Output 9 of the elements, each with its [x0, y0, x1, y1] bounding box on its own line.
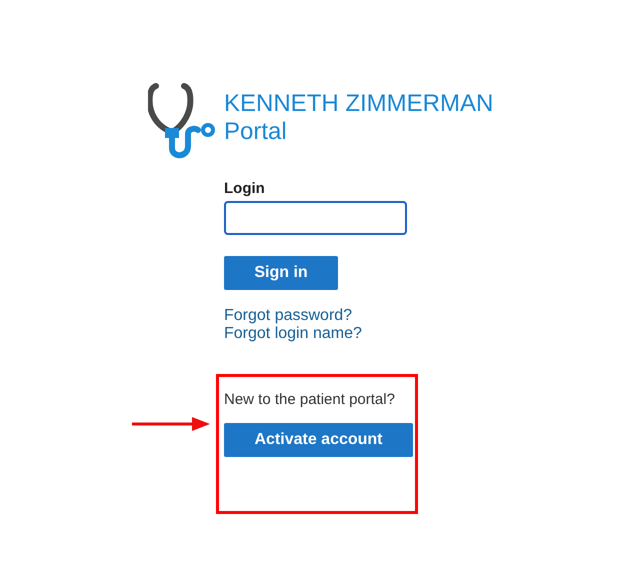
- sign-in-button[interactable]: Sign in: [224, 256, 338, 290]
- new-patient-prompt: New to the patient portal?: [224, 391, 395, 408]
- activate-account-button[interactable]: Activate account: [224, 423, 413, 457]
- forgot-link[interactable]: Forgot password?: [224, 307, 362, 325]
- portal-subtitle: Portal: [224, 118, 288, 146]
- login-label: Login: [224, 180, 265, 197]
- forgot-link[interactable]: Forgot login name?: [224, 325, 362, 343]
- portal-title: KENNETH ZIMMERMAN: [224, 90, 494, 118]
- login-field[interactable]: [224, 201, 407, 235]
